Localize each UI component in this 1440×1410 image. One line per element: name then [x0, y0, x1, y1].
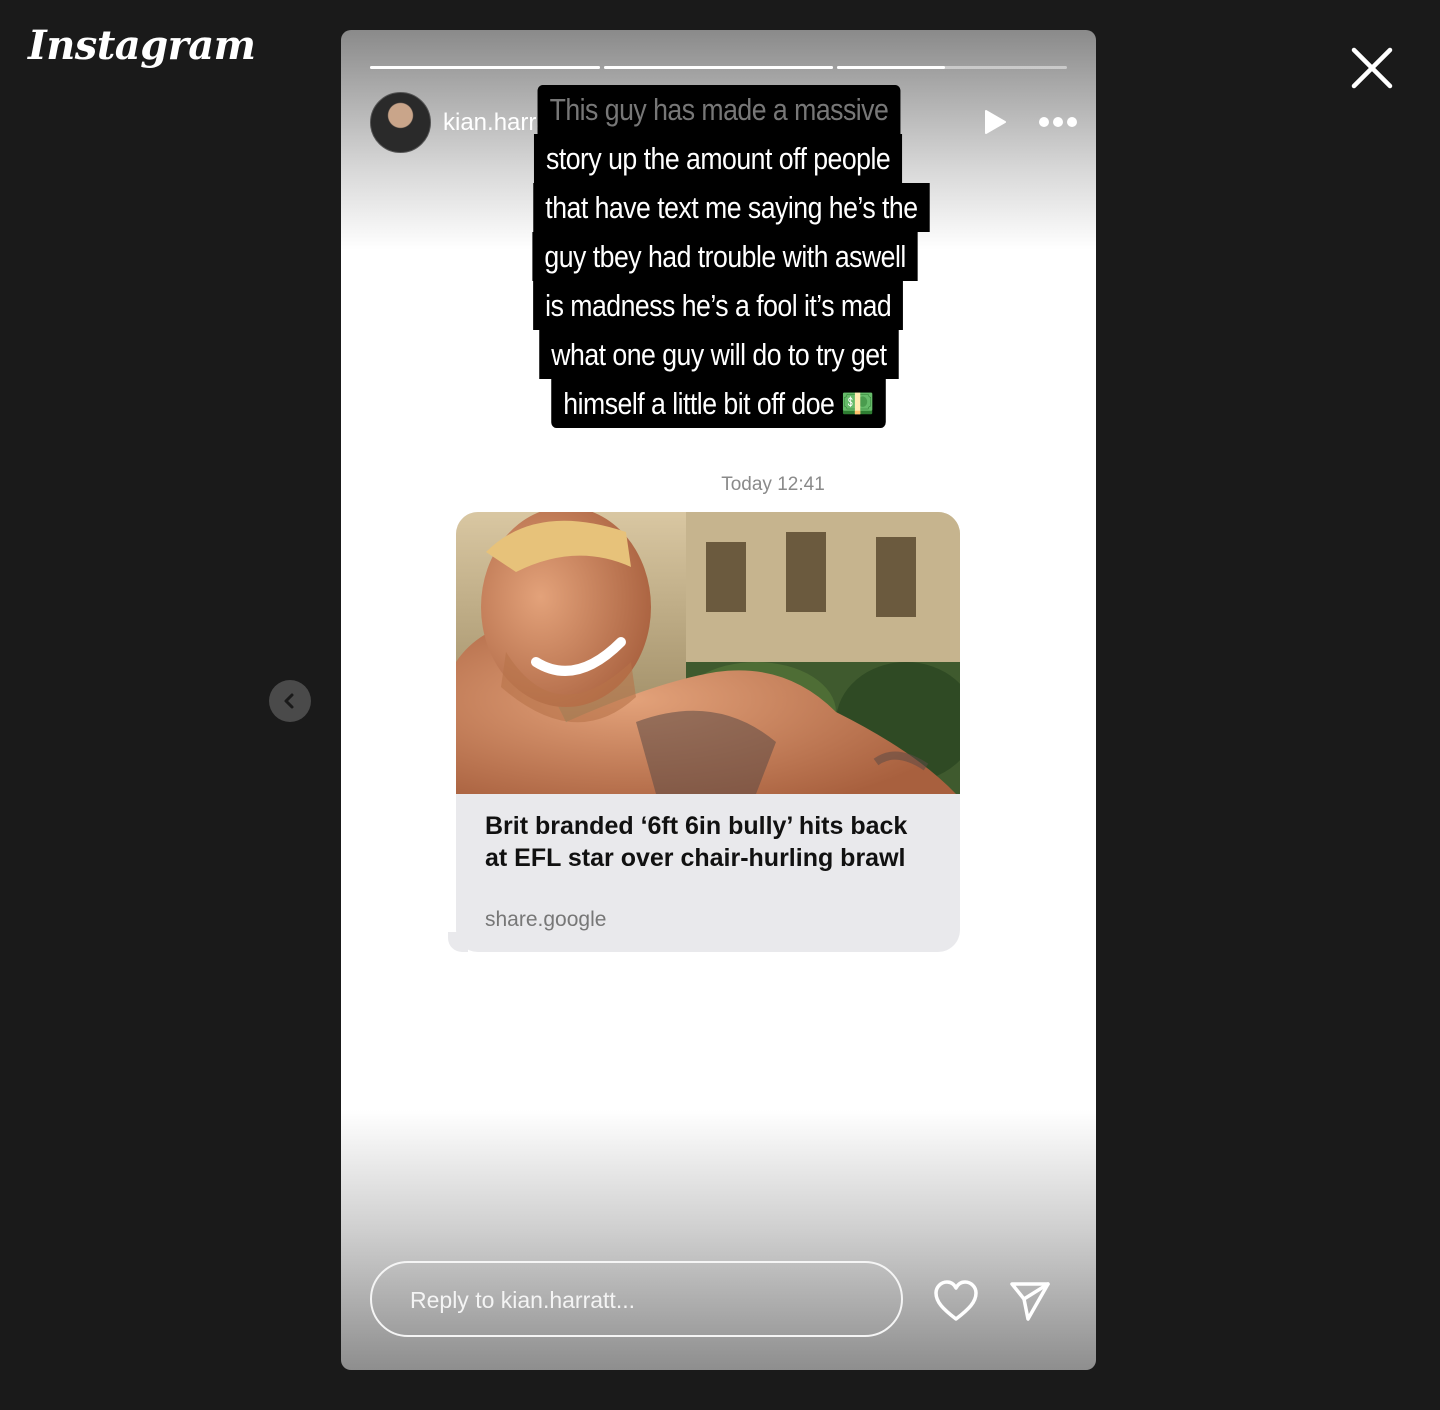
progress-segment	[837, 66, 1068, 69]
link-preview-card[interactable]: Brit branded ‘6ft 6in bully’ hits back a…	[456, 512, 960, 952]
message-timestamp: Today 12:41	[721, 474, 825, 495]
article-headline: Brit branded ‘6ft 6in bully’ hits back a…	[485, 812, 908, 872]
avatar[interactable]	[370, 92, 431, 153]
reply-input[interactable]	[408, 1263, 872, 1337]
previous-story-button[interactable]	[269, 680, 311, 722]
message-screenshot: Today 12:41 Brit branded ‘6ft 6in bully’…	[428, 460, 1028, 977]
story-caption: This guy has made a massive story up the…	[501, 85, 936, 428]
chevron-left-icon	[284, 693, 294, 709]
article-photo	[456, 512, 960, 794]
caption-line: story up the amount off people	[534, 134, 903, 183]
share-button[interactable]	[1008, 1279, 1052, 1323]
caption-line: This guy has made a massive	[537, 85, 900, 134]
play-button[interactable]	[978, 106, 1010, 138]
caption-line: what one guy will do to try get	[538, 330, 899, 379]
progress-segment	[370, 66, 600, 69]
send-icon	[1010, 1282, 1050, 1321]
caption-line: that have text me saying he’s the	[533, 183, 930, 232]
story-viewer[interactable]: kian.harratt 2 h This guy has made a mas…	[341, 30, 1096, 1370]
reply-field[interactable]	[370, 1261, 903, 1337]
caption-line: himself a little bit off doe 💵	[551, 379, 886, 428]
more-options-button[interactable]	[1036, 106, 1080, 138]
caption-line: is madness he’s a fool it’s mad	[533, 281, 904, 330]
close-icon	[1351, 47, 1393, 89]
like-button[interactable]	[933, 1279, 979, 1323]
progress-segment	[603, 66, 834, 69]
article-domain: share.google	[485, 908, 607, 931]
heart-icon	[934, 1280, 978, 1321]
instagram-logo[interactable]: Instagram	[28, 22, 256, 69]
close-button[interactable]	[1346, 42, 1398, 94]
caption-line: guy tbey had trouble with aswell	[532, 232, 918, 281]
play-icon	[985, 110, 1006, 134]
more-options-icon	[1039, 117, 1077, 127]
story-progress-bar	[370, 66, 1068, 69]
